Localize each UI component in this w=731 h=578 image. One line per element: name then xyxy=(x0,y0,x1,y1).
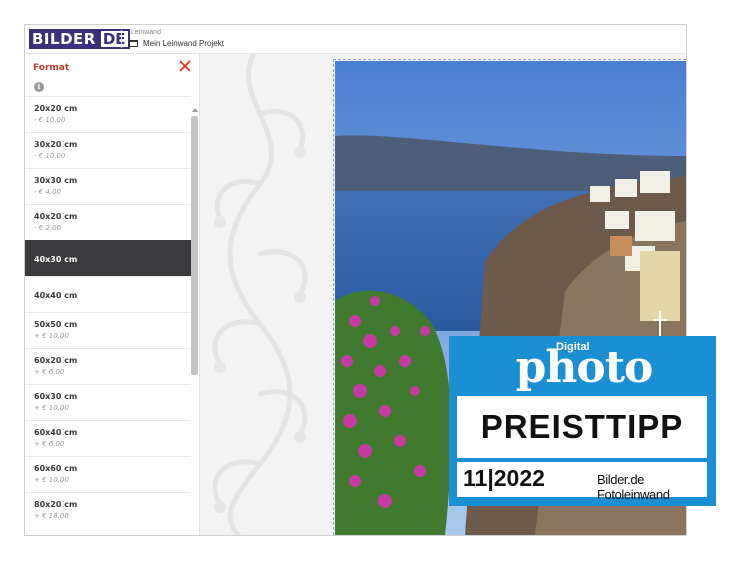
top-bar: BILDER DE Leinwand Mein Leinwand Projekt xyxy=(25,25,686,54)
format-size-label: 60x20 cm xyxy=(34,356,78,365)
badge-source: Bilder.de Fotoleinwand xyxy=(597,472,670,502)
info-icon[interactable]: i xyxy=(34,82,44,92)
badge-digital-label: Digital xyxy=(556,341,590,353)
format-size-label: 50x50 cm xyxy=(34,320,78,329)
format-price-label: + € 6.00 xyxy=(34,368,65,376)
format-option[interactable]: 40x20 cm - € 2.00 xyxy=(25,204,191,240)
format-option[interactable]: 60x30 cm + € 10.00 xyxy=(25,384,191,420)
format-price-label: - € 10.00 xyxy=(34,116,66,124)
format-list: 20x20 cm - € 10.00 30x20 cm - € 10.00 30x30 … xyxy=(25,96,191,528)
close-icon[interactable] xyxy=(179,60,191,72)
format-size-label: 40x40 cm xyxy=(34,291,78,300)
logo-text-de: DE xyxy=(98,29,130,49)
canvas-guide-line xyxy=(333,59,686,60)
sidebar-scrollbar[interactable] xyxy=(191,116,198,375)
format-option[interactable]: 80x20 cm + € 18.00 xyxy=(25,492,191,528)
format-option[interactable]: 40x30 cm xyxy=(25,240,191,276)
format-option[interactable]: 50x50 cm + € 10.00 xyxy=(25,312,191,348)
format-size-label: 60x30 cm xyxy=(34,392,78,401)
format-price-label: - € 2.00 xyxy=(34,224,62,232)
badge-headline: PREISTTIPP xyxy=(480,408,684,445)
format-price-label: + € 10.00 xyxy=(34,332,69,340)
format-option[interactable]: 20x20 cm - € 10.00 xyxy=(25,96,191,132)
bilder-de-logo[interactable]: BILDER DE xyxy=(29,29,130,49)
format-size-label: 40x30 cm xyxy=(34,255,78,264)
canvas-guide-line xyxy=(333,59,334,535)
sidebar-title: Format xyxy=(33,63,70,73)
format-price-label: - € 4.00 xyxy=(34,188,62,196)
breadcrumb-project[interactable]: Mein Leinwand Projekt xyxy=(129,39,224,48)
breadcrumb-parent[interactable]: Leinwand xyxy=(131,29,161,36)
format-price-label: + € 10.00 xyxy=(34,404,69,412)
format-price-label: + € 10.00 xyxy=(34,476,69,484)
format-option[interactable]: 40x40 cm xyxy=(25,276,191,312)
format-option[interactable]: 60x40 cm + € 6.00 xyxy=(25,420,191,456)
format-size-label: 20x20 cm xyxy=(34,104,78,113)
project-name: Mein Leinwand Projekt xyxy=(143,39,224,48)
format-option[interactable]: 30x20 cm - € 10.00 xyxy=(25,132,191,168)
format-size-label: 30x20 cm xyxy=(34,140,78,149)
format-size-label: 60x40 cm xyxy=(34,428,78,437)
format-option[interactable]: 60x20 cm + € 6.00 xyxy=(25,348,191,384)
scroll-up-arrow-icon[interactable] xyxy=(192,108,198,112)
folder-icon xyxy=(129,40,138,47)
format-size-label: 40x20 cm xyxy=(34,212,78,221)
format-sidebar: Format i 20x20 cm - € 10.00 30x20 cm - € 10… xyxy=(25,54,200,535)
badge-divider xyxy=(457,458,707,462)
badge-issue: 11|2022 xyxy=(463,465,545,491)
divider xyxy=(121,30,122,48)
format-size-label: 60x60 cm xyxy=(34,464,78,473)
format-price-label: - € 10.00 xyxy=(34,152,66,160)
logo-text-bilder: BILDER xyxy=(29,29,99,49)
format-size-label: 80x20 cm xyxy=(34,500,78,509)
format-price-label: + € 18.00 xyxy=(34,512,69,520)
format-size-label: 30x30 cm xyxy=(34,176,78,185)
award-badge: photo Digital PREISTTIPP 11|2022 Bilder.… xyxy=(449,336,716,506)
format-option[interactable]: 30x30 cm - € 4.00 xyxy=(25,168,191,204)
badge-panel: PREISTTIPP 11|2022 Bilder.de Fotoleinwan… xyxy=(457,396,707,502)
format-price-label: + € 6.00 xyxy=(34,440,65,448)
format-option[interactable]: 60x60 cm + € 10.00 xyxy=(25,456,191,492)
